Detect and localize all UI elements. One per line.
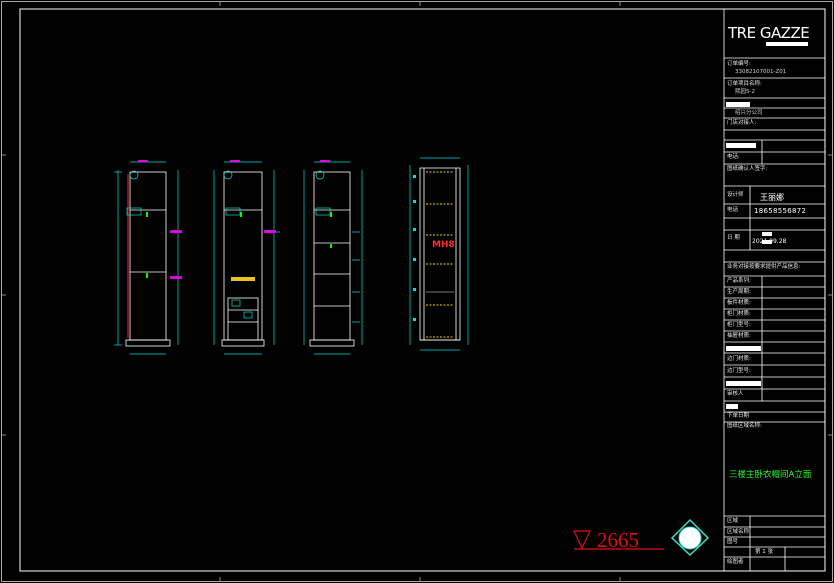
cad-drawing-canvas [1,1,833,582]
level-mark: 2665 [597,528,639,552]
view-badge-label: 7面 [681,535,697,545]
elevation-1 [125,171,171,347]
reviewer-label: 审核人 [727,391,744,397]
date-label: 日 期 [727,235,740,241]
elevation-2 [221,171,265,347]
field-board-material: 板件材质: [727,300,751,306]
order-no: 33082107001-Z01 [735,69,787,75]
confirm-sign-label: 图纸确认人签字: [727,166,768,172]
designer-label: 设计师 [727,192,744,198]
brand-logo: TRE GAZZE [728,24,810,42]
date-value: 2021.09.28 [752,238,787,245]
field-drawer-material: 抽屉材质: [727,333,751,339]
field-door-model: 柜门型号: [727,322,751,328]
store-contact-label: 门店对接人: [727,120,757,126]
designer-phone: 18658556872 [754,207,807,215]
order-date-label: 下单日期 [727,413,750,419]
region-label: 区域 [727,518,739,524]
area-name-label: 图纸区域名称: [727,423,762,429]
phone-label-1: 电话: [727,154,740,160]
drawing-no-label: 图号 [727,539,739,545]
phone-label-2: 电话 [727,207,739,213]
elevation-4 [419,167,461,341]
field-product-series: 产品系列: [727,278,751,284]
elevation-3 [309,171,355,347]
field-door-material: 柜门材质: [727,311,751,317]
project-name-label: 订单项目名称: [727,81,762,87]
field-side-door-material: 边门材质: [727,356,751,362]
cabinet-code: MH8 [432,240,455,250]
drawer-label: 绘图者 [727,559,744,565]
product-info-label: 业务对接按要求提供产品信息: [727,264,801,270]
field-production-cycle: 生产周期: [727,289,751,295]
project-name: 熙园5-2 [735,89,755,95]
drawing-title: 三楼主卧衣帽间A立面 [729,470,812,480]
page-label: 第 1 张 [755,549,773,555]
brand-logo-sub-icon [766,42,808,46]
region-name-label: 区域名称 [727,529,750,535]
designer-name: 王丽娜 [760,193,784,202]
order-no-label: 订单编号: [727,61,751,67]
field-side-door-model: 边门型号: [727,368,751,374]
branch-name: 绍兴分公司 [735,110,763,116]
